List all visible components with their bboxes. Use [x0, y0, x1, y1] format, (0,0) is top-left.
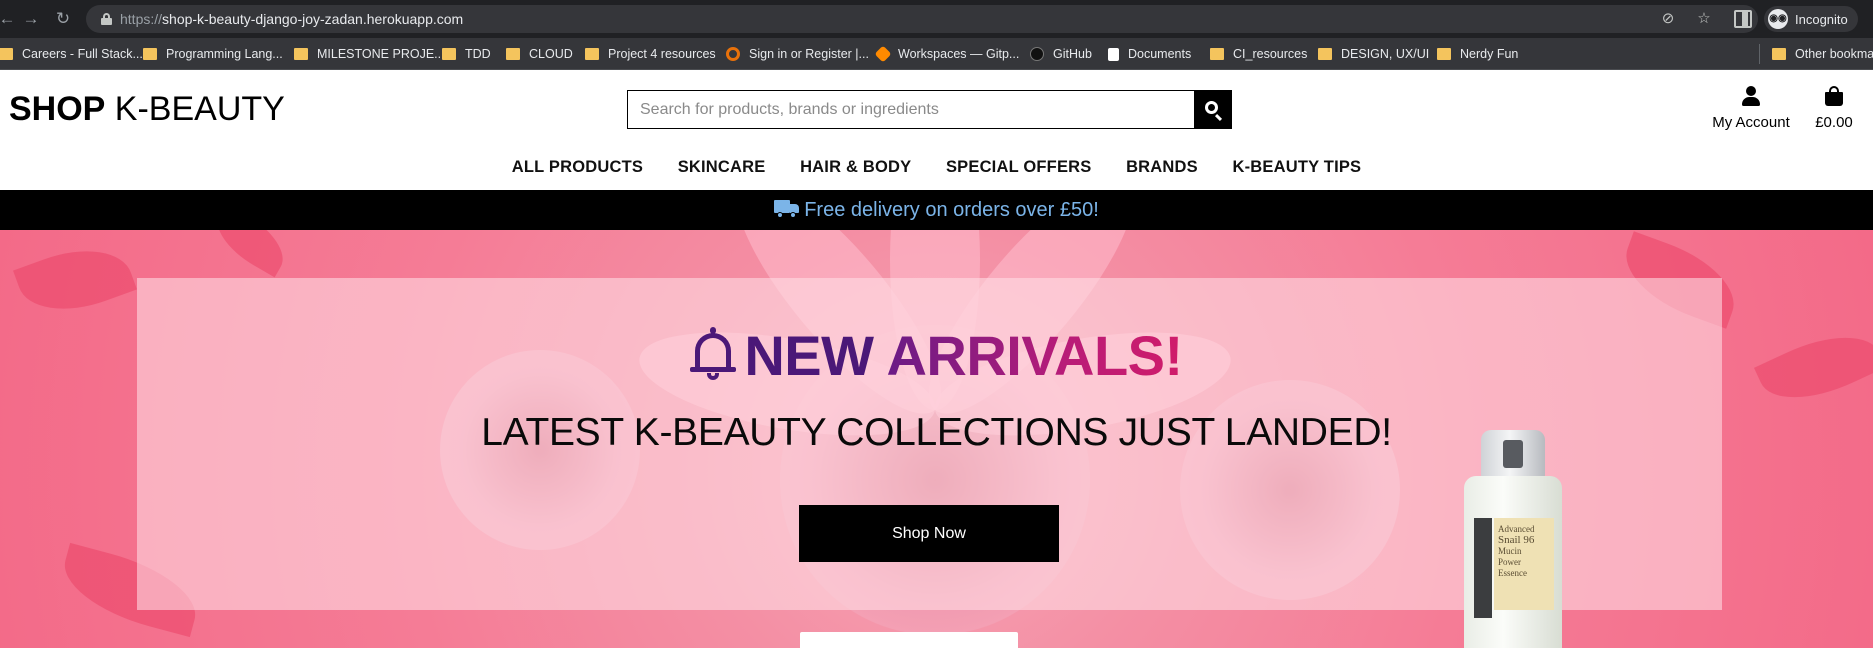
reload-icon[interactable]: ↻: [52, 8, 74, 30]
folder-icon: [1210, 48, 1224, 60]
address-bar[interactable]: https://shop-k-beauty-django-joy-zadan.h…: [86, 5, 1758, 33]
star-icon[interactable]: ☆: [1694, 9, 1714, 29]
folder-icon: [1437, 48, 1451, 60]
shopping-bag-link[interactable]: £0.00: [1806, 84, 1862, 134]
leaf-decoration: [205, 230, 295, 278]
shopping-bag-icon: [1825, 86, 1843, 106]
product-label-line: Mucin: [1498, 546, 1522, 556]
forward-icon[interactable]: →: [20, 8, 42, 30]
main-nav: ALL PRODUCTS SKINCARE HAIR & BODY SPECIA…: [0, 158, 1873, 177]
leaf-decoration: [13, 232, 137, 328]
browser-toolbar: ← → ↻ https://shop-k-beauty-django-joy-z…: [0, 0, 1873, 38]
bookmark-item[interactable]: CI_resources: [1210, 45, 1307, 63]
bookmark-item[interactable]: Sign in or Register |...: [726, 45, 869, 63]
bookmark-item[interactable]: Project 4 resources: [585, 45, 716, 63]
search-button[interactable]: [1194, 91, 1231, 128]
shop-now-button[interactable]: Shop Now: [799, 505, 1059, 562]
bookmark-item[interactable]: CLOUD: [506, 45, 573, 63]
profile-label: Incognito: [1795, 11, 1848, 27]
folder-icon: [1772, 48, 1786, 60]
bookmark-item[interactable]: GitHub: [1030, 45, 1092, 63]
nav-skincare[interactable]: SKINCARE: [678, 158, 766, 177]
nav-hair-body[interactable]: HAIR & BODY: [800, 158, 911, 177]
search-icon: [1205, 101, 1218, 114]
gitpod-icon: [874, 45, 892, 63]
truck-icon: [774, 200, 800, 218]
product-bottle-image: Advanced Snail 96 Mucin Power Essence: [1464, 430, 1562, 648]
incognito-icon: ◉◉: [1768, 9, 1788, 29]
bell-icon: [690, 327, 737, 381]
product-card-peek: [800, 632, 1018, 648]
folder-icon: [0, 48, 13, 60]
nav-all-products[interactable]: ALL PRODUCTS: [512, 158, 643, 177]
bookmarks-bar: Careers - Full Stack... Programming Lang…: [0, 38, 1873, 70]
site-logo[interactable]: SHOP K-BEAUTY: [9, 90, 285, 129]
folder-icon: [506, 48, 520, 60]
account-label: My Account: [1712, 114, 1790, 131]
hero-subtitle: LATEST K-BEAUTY COLLECTIONS JUST LANDED!: [481, 411, 1392, 454]
bookmark-item[interactable]: TDD: [442, 45, 491, 63]
side-panel-icon[interactable]: [1734, 10, 1752, 28]
hero-title-new: NEW: [744, 324, 874, 387]
delivery-banner-text: Free delivery on orders over £50!: [804, 199, 1099, 221]
folder-icon: [585, 48, 599, 60]
bookmark-item[interactable]: Documents: [1108, 45, 1191, 63]
logo-bold-text: SHOP: [9, 90, 106, 128]
search-form: [627, 90, 1232, 129]
notion-icon: [1108, 47, 1119, 61]
hero-section: Advanced Snail 96 Mucin Power Essence NE…: [0, 230, 1873, 648]
incognito-profile-button[interactable]: ◉◉ Incognito: [1764, 6, 1858, 32]
user-icon: [1741, 86, 1761, 106]
bookmark-item[interactable]: Careers - Full Stack...: [0, 45, 143, 63]
product-label-line: Power: [1498, 557, 1521, 567]
lock-icon[interactable]: [101, 13, 112, 25]
github-icon: [1030, 47, 1044, 61]
bookmark-item[interactable]: Workspaces — Gitp...: [874, 45, 1019, 63]
delivery-banner: Free delivery on orders over £50!: [0, 190, 1873, 230]
hero-title-arrivals: ARRIVALS!: [886, 324, 1183, 387]
nav-k-beauty-tips[interactable]: K-BEAUTY TIPS: [1232, 158, 1361, 177]
bookmark-item[interactable]: Nerdy Fun: [1437, 45, 1518, 63]
folder-icon: [294, 48, 308, 60]
bookmark-item[interactable]: MILESTONE PROJE...: [294, 45, 445, 63]
eye-slash-icon[interactable]: ⊘: [1658, 9, 1678, 29]
bookmark-item[interactable]: Programming Lang...: [143, 45, 283, 63]
url-text[interactable]: https://shop-k-beauty-django-joy-zadan.h…: [120, 11, 463, 27]
nav-brands[interactable]: BRANDS: [1126, 158, 1198, 177]
folder-icon: [1318, 48, 1332, 60]
site-icon: [726, 47, 740, 61]
back-icon[interactable]: ←: [0, 8, 18, 30]
other-bookmarks[interactable]: Other bookmarks: [1772, 45, 1873, 63]
bag-total: £0.00: [1815, 114, 1853, 131]
logo-text: K-BEAUTY: [105, 90, 285, 128]
my-account-link[interactable]: My Account: [1706, 84, 1796, 134]
folder-icon: [143, 48, 157, 60]
nav-special-offers[interactable]: SPECIAL OFFERS: [946, 158, 1092, 177]
folder-icon: [442, 48, 456, 60]
search-input[interactable]: [628, 91, 1194, 128]
product-label-line: Essence: [1498, 568, 1527, 578]
bookmark-item[interactable]: DESIGN, UX/UI: [1318, 45, 1429, 63]
bookmarks-divider: [1759, 44, 1760, 64]
product-label-line: Snail 96: [1498, 534, 1535, 546]
hero-title: NEW ARRIVALS!: [0, 323, 1873, 388]
